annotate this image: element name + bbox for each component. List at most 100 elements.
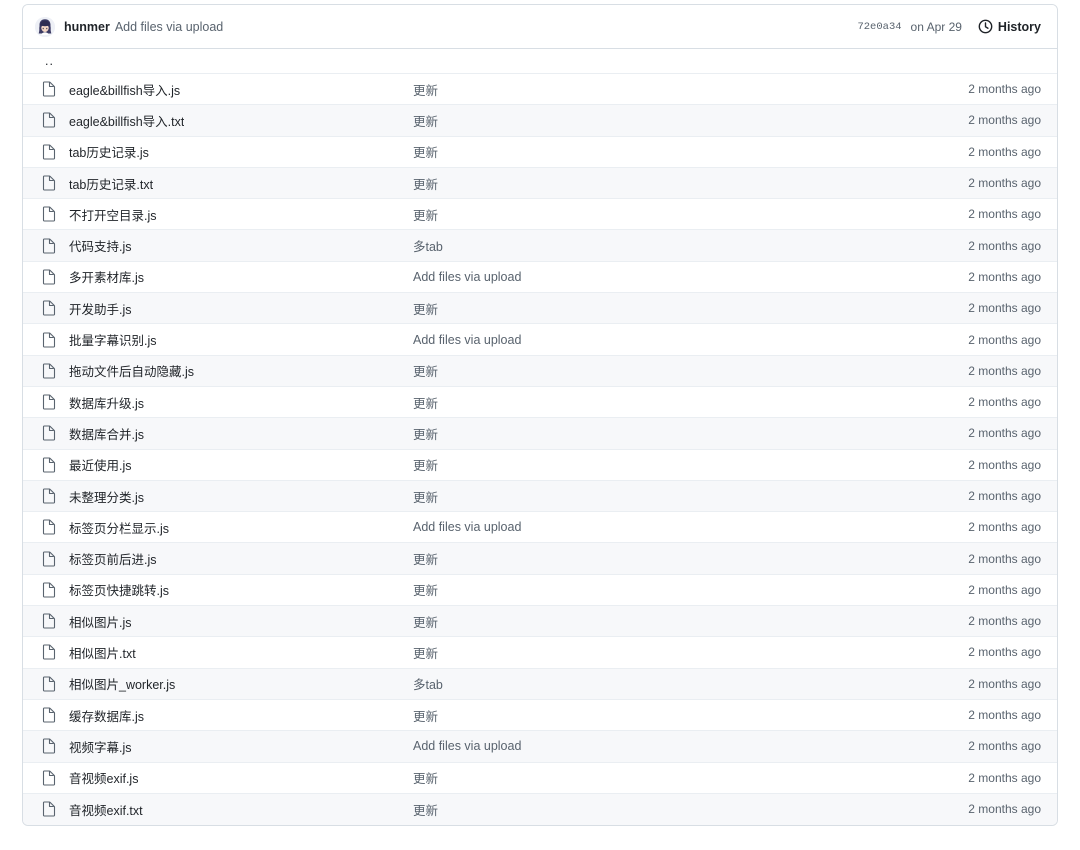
file-link[interactable]: 相似图片_worker.js <box>69 674 175 693</box>
commit-message-link[interactable]: 更新 <box>413 804 438 818</box>
file-link[interactable]: 相似图片.js <box>69 612 132 631</box>
file-rows: eagle&billfish导入.js 更新 2 months ago eagle&b… <box>23 74 1057 826</box>
file-link[interactable]: 不打开空目录.js <box>69 205 157 224</box>
file-link[interactable]: 视频字幕.js <box>69 737 132 756</box>
file-row[interactable]: 标签页前后进.js 更新 2 months ago <box>23 543 1057 575</box>
file-commit-age: 2 months ago <box>968 614 1041 629</box>
file-row[interactable]: 多开素材库.js Add files via upload 2 months ago <box>23 261 1057 294</box>
file-row[interactable]: 数据库合并.js 更新 2 months ago <box>23 418 1057 450</box>
commit-message-link[interactable]: 多tab <box>413 240 443 254</box>
commit-sha[interactable]: 72e0a34 <box>857 21 901 33</box>
file-name-cell: 数据库升级.js <box>41 393 413 412</box>
file-row[interactable]: 音视频exif.js 更新 2 months ago <box>23 762 1057 794</box>
commit-message[interactable]: Add files via upload <box>115 20 223 34</box>
commit-message-link[interactable]: Add files via upload <box>413 270 521 284</box>
file-link[interactable]: 相似图片.txt <box>69 643 136 662</box>
file-row[interactable]: 音视频exif.txt 更新 2 months ago <box>23 793 1057 826</box>
file-commit-message: 多tab <box>413 236 968 255</box>
file-row[interactable]: 批量字幕识别.js Add files via upload 2 months ag… <box>23 324 1057 356</box>
file-link[interactable]: 多开素材库.js <box>69 267 144 286</box>
file-link[interactable]: 开发助手.js <box>69 299 132 318</box>
commit-message-link[interactable]: 更新 <box>413 146 438 160</box>
commit-message-link[interactable]: 更新 <box>413 115 438 129</box>
file-row[interactable]: 标签页快捷跳转.js 更新 2 months ago <box>23 574 1057 607</box>
file-link[interactable]: 标签页快捷跳转.js <box>69 580 169 599</box>
commit-message-link[interactable]: 更新 <box>413 553 438 567</box>
file-name-cell: eagle&billfish导入.js <box>41 80 413 99</box>
parent-directory-row[interactable]: .. <box>23 49 1057 74</box>
file-link[interactable]: 音视频exif.txt <box>69 800 143 819</box>
file-icon <box>41 457 57 473</box>
file-link[interactable]: 数据库升级.js <box>69 393 144 412</box>
file-link[interactable]: eagle&billfish导入.txt <box>69 111 184 130</box>
commit-message-link[interactable]: 更新 <box>413 84 438 98</box>
file-link[interactable]: 标签页前后进.js <box>69 549 157 568</box>
commit-message-link[interactable]: 更新 <box>413 178 438 192</box>
file-link[interactable]: 缓存数据库.js <box>69 706 144 725</box>
file-row[interactable]: tab历史记录.txt 更新 2 months ago <box>23 167 1057 200</box>
file-icon <box>41 551 57 567</box>
file-icon <box>41 613 57 629</box>
file-commit-age: 2 months ago <box>968 144 1041 159</box>
parent-directory-link[interactable]: .. <box>41 55 54 68</box>
file-link[interactable]: 批量字幕识别.js <box>69 330 157 349</box>
file-name-cell: 开发助手.js <box>41 299 413 318</box>
history-button[interactable]: History <box>978 19 1041 34</box>
file-link[interactable]: 数据库合并.js <box>69 424 144 443</box>
commit-message-link[interactable]: 更新 <box>413 459 438 473</box>
file-commit-message: 更新 <box>413 80 968 99</box>
file-commit-age: 2 months ago <box>968 269 1041 284</box>
commit-message-link[interactable]: Add files via upload <box>413 333 521 347</box>
commit-message-link[interactable]: 更新 <box>413 491 438 505</box>
file-row[interactable]: 不打开空目录.js 更新 2 months ago <box>23 199 1057 231</box>
file-link[interactable]: 拖动文件后自动隐藏.js <box>69 361 194 380</box>
commit-message-link[interactable]: 更新 <box>413 584 438 598</box>
file-row[interactable]: tab历史记录.js 更新 2 months ago <box>23 136 1057 168</box>
file-row[interactable]: eagle&billfish导入.js 更新 2 months ago <box>23 74 1057 106</box>
commit-author[interactable]: hunmer <box>64 20 110 34</box>
commit-message-link[interactable]: 多tab <box>413 678 443 692</box>
file-link[interactable]: 未整理分类.js <box>69 487 144 506</box>
file-row[interactable]: 标签页分栏显示.js Add files via upload 2 months a… <box>23 512 1057 544</box>
file-row[interactable]: 相似图片.js 更新 2 months ago <box>23 606 1057 638</box>
file-link[interactable]: 音视频exif.js <box>69 768 138 787</box>
file-row[interactable]: 相似图片_worker.js 多tab 2 months ago <box>23 668 1057 700</box>
file-name-cell: 不打开空目录.js <box>41 205 413 224</box>
file-name-cell: 视频字幕.js <box>41 737 413 756</box>
file-link[interactable]: 最近使用.js <box>69 455 132 474</box>
commit-message-link[interactable]: 更新 <box>413 209 438 223</box>
file-name-cell: 代码支持.js <box>41 236 413 255</box>
commit-message-link[interactable]: 更新 <box>413 772 438 786</box>
file-row[interactable]: 代码支持.js 多tab 2 months ago <box>23 230 1057 262</box>
commit-message-link[interactable]: Add files via upload <box>413 520 521 534</box>
file-row[interactable]: 相似图片.txt 更新 2 months ago <box>23 637 1057 669</box>
file-link[interactable]: tab历史记录.txt <box>69 174 153 193</box>
file-commit-age: 2 months ago <box>968 582 1041 597</box>
file-row[interactable]: 未整理分类.js 更新 2 months ago <box>23 480 1057 513</box>
file-commit-message: 更新 <box>413 361 968 380</box>
file-row[interactable]: 拖动文件后自动隐藏.js 更新 2 months ago <box>23 355 1057 387</box>
file-row[interactable]: 缓存数据库.js 更新 2 months ago <box>23 699 1057 732</box>
avatar[interactable] <box>35 16 55 37</box>
file-link[interactable]: 代码支持.js <box>69 236 132 255</box>
file-link[interactable]: tab历史记录.js <box>69 142 149 161</box>
file-name-cell: tab历史记录.txt <box>41 174 413 193</box>
file-link[interactable]: 标签页分栏显示.js <box>69 518 169 537</box>
file-row[interactable]: 视频字幕.js Add files via upload 2 months ago <box>23 731 1057 763</box>
commit-message-link[interactable]: 更新 <box>413 397 438 411</box>
file-row[interactable]: eagle&billfish导入.txt 更新 2 months ago <box>23 105 1057 137</box>
file-listing-container: hunmer Add files via upload 72e0a34 on A… <box>22 4 1058 827</box>
commit-message-link[interactable]: 更新 <box>413 303 438 317</box>
commit-message-link[interactable]: Add files via upload <box>413 739 521 753</box>
commit-message-link[interactable]: 更新 <box>413 365 438 379</box>
file-row[interactable]: 数据库升级.js 更新 2 months ago <box>23 386 1057 419</box>
commit-message-link[interactable]: 更新 <box>413 616 438 630</box>
file-row[interactable]: 最近使用.js 更新 2 months ago <box>23 449 1057 481</box>
commit-message-link[interactable]: 更新 <box>413 710 438 724</box>
file-row[interactable]: 开发助手.js 更新 2 months ago <box>23 293 1057 325</box>
file-link[interactable]: eagle&billfish导入.js <box>69 80 180 99</box>
commit-message-link[interactable]: 更新 <box>413 647 438 661</box>
file-icon <box>41 112 57 128</box>
commit-message-link[interactable]: 更新 <box>413 428 438 442</box>
file-icon <box>41 425 57 441</box>
